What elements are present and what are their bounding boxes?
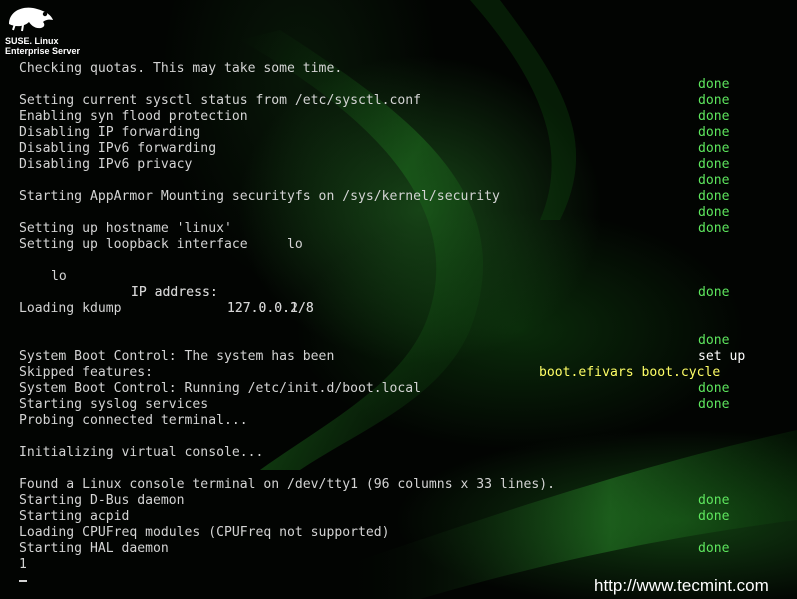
console-line: System Boot Control: The system has been…: [0, 349, 797, 365]
console-message: System Boot Control: Running /etc/init.d…: [19, 381, 422, 396]
status-done: done: [698, 173, 730, 188]
console-message: Starting AppArmor Mounting securityfs on…: [19, 189, 500, 204]
console-line: 1: [0, 557, 797, 573]
boot-console-output: Checking quotas. This may take some time…: [0, 61, 797, 573]
console-line: lo IP address: 127.0.0.1/8: [0, 253, 797, 316]
console-message: Initializing virtual console...: [19, 445, 264, 460]
console-cursor: [19, 580, 27, 582]
console-message: Loading CPUFreq modules (CPUFreq not sup…: [19, 525, 390, 540]
status-skipped-features: boot.efivars boot.cycle: [539, 365, 721, 380]
console-line: Disabling IP forwarding done: [0, 125, 797, 141]
console-message: Found a Linux console terminal on /dev/t…: [19, 477, 556, 492]
status-done: done: [698, 205, 730, 220]
console-message: Probing connected terminal...: [19, 413, 248, 428]
console-line: Skipped features: boot.efivars boot.cycle: [0, 365, 797, 381]
status-done: done: [698, 381, 730, 396]
console-line: Setting current sysctl status from /etc/…: [0, 93, 797, 109]
console-line: IP address: 127.0.0.2/8: [0, 269, 797, 316]
status-done: done: [698, 397, 730, 412]
status-setup: set up: [698, 349, 746, 364]
console-message: Disabling IP forwarding: [19, 125, 201, 140]
console-message: Starting acpid: [19, 509, 130, 524]
status-done: done: [698, 493, 730, 508]
console-line: Loading CPUFreq modules (CPUFreq not sup…: [0, 525, 797, 541]
console-line: Starting D-Bus daemon done: [0, 493, 797, 509]
console-message: Enabling syn flood protection: [19, 109, 248, 124]
console-message: 1: [19, 557, 27, 572]
console-line: done: [0, 205, 797, 221]
console-line: Starting HAL daemon done: [0, 541, 797, 557]
console-line: done: [0, 285, 797, 301]
console-line: Setting up hostname 'linux' done: [0, 221, 797, 237]
console-message: Skipped features:: [19, 365, 154, 380]
console-line: Found a Linux console terminal on /dev/t…: [0, 477, 797, 493]
console-line: System Boot Control: Running /etc/init.d…: [0, 381, 797, 397]
console-line: Initializing virtual console...: [0, 445, 797, 461]
status-done: done: [698, 189, 730, 204]
console-message: Starting syslog services: [19, 397, 209, 412]
status-done: done: [698, 109, 730, 124]
console-message: Setting up loopback interface lo: [19, 237, 303, 252]
console-line: done: [0, 173, 797, 189]
console-message: Setting up hostname 'linux': [19, 221, 232, 236]
watermark-url: http://www.tecmint.com: [594, 576, 769, 595]
console-line: done: [0, 333, 797, 349]
console-line: Enabling syn flood protection done: [0, 109, 797, 125]
brand-line-1: SUSE. Linux: [5, 36, 59, 46]
status-done: done: [698, 221, 730, 236]
console-message: Loading kdump: [19, 301, 122, 316]
console-message: Checking quotas. This may take some time…: [19, 61, 343, 76]
brand-line-2: Enterprise Server: [5, 46, 81, 56]
status-done: done: [698, 541, 730, 556]
console-line: Probing connected terminal...: [0, 413, 797, 429]
status-done: done: [698, 93, 730, 108]
console-line: Starting AppArmor Mounting securityfs on…: [0, 189, 797, 205]
console-message: Disabling IPv6 privacy: [19, 157, 193, 172]
console-message: Starting HAL daemon: [19, 541, 169, 556]
suse-chameleon-icon: [9, 7, 53, 32]
status-done: done: [698, 509, 730, 524]
console-message: Starting D-Bus daemon: [19, 493, 185, 508]
console-line: done: [0, 77, 797, 93]
console-line: Disabling IPv6 forwarding done: [0, 141, 797, 157]
suse-logo: SUSE. Linux Enterprise Server: [3, 2, 93, 58]
status-done: done: [698, 285, 730, 300]
status-done: done: [698, 141, 730, 156]
status-done: done: [698, 125, 730, 140]
console-line: Loading kdump: [0, 301, 797, 317]
console-line: Disabling IPv6 privacy done: [0, 157, 797, 173]
console-line: Checking quotas. This may take some time…: [0, 61, 797, 77]
console-line: Starting syslog services done: [0, 397, 797, 413]
console-line: Starting acpid done: [0, 509, 797, 525]
status-done: done: [698, 77, 730, 92]
console-message: Setting current sysctl status from /etc/…: [19, 93, 422, 108]
console-line: Setting up loopback interface lo: [0, 237, 797, 253]
status-done: done: [698, 333, 730, 348]
status-done: done: [698, 157, 730, 172]
console-message: System Boot Control: The system has been: [19, 349, 335, 364]
console-message: Disabling IPv6 forwarding: [19, 141, 217, 156]
